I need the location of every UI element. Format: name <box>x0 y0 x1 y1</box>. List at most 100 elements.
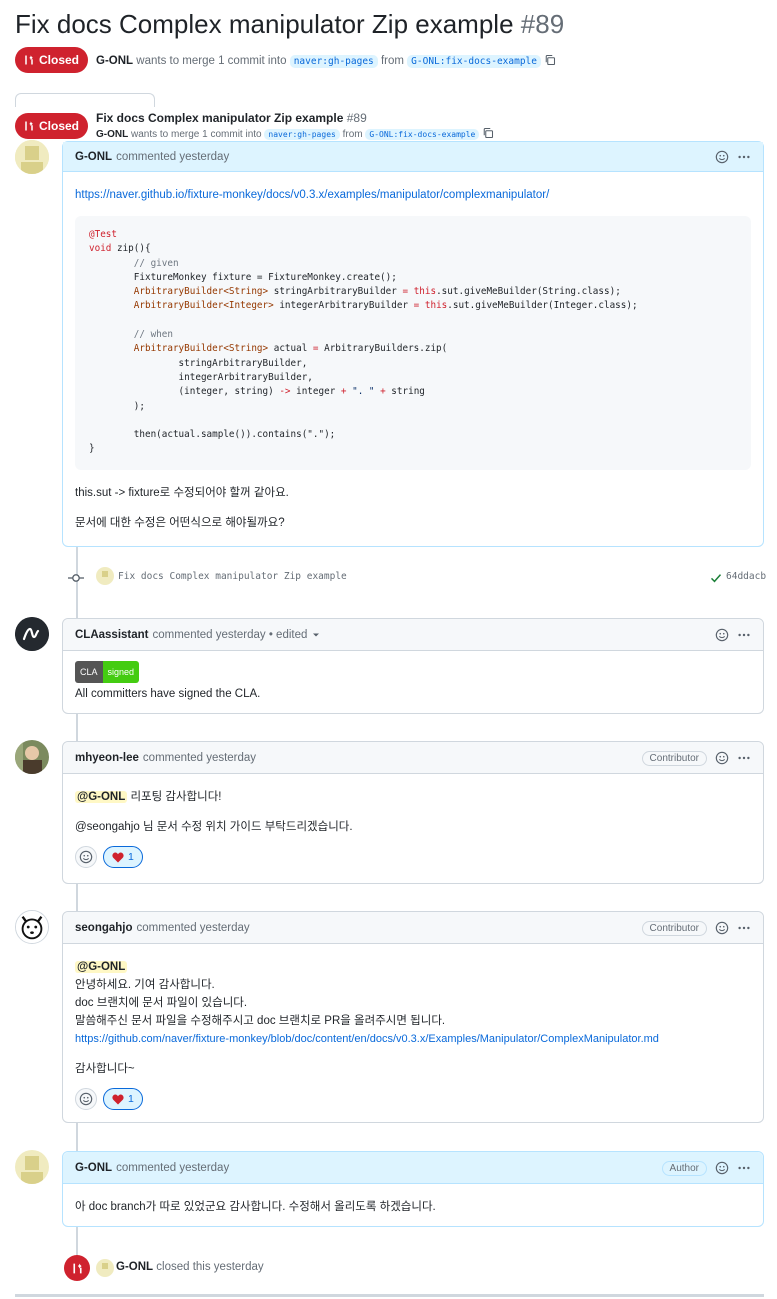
sticky-merge-info: G-ONL wants to merge 1 commit into naver… <box>96 127 494 140</box>
merge-text: wants to merge 1 commit into <box>136 54 287 67</box>
base-branch[interactable]: naver:gh-pages <box>289 54 378 68</box>
sticky-title-text: Fix docs Complex manipulator Zip example <box>96 111 344 125</box>
avatar[interactable] <box>15 617 49 651</box>
kebab-icon[interactable] <box>737 1161 751 1175</box>
smiley-icon <box>79 850 93 864</box>
sticky-from-text: from <box>342 129 363 140</box>
author-badge: Author <box>661 1160 707 1176</box>
check-icon <box>710 574 722 583</box>
avatar-claassistant-icon <box>15 617 49 651</box>
from-text: from <box>380 54 404 67</box>
comment-card: seongahjo commented yesterday Contributo… <box>62 911 764 1123</box>
comment-text: 아 doc branch가 따로 있었군요 감사합니다. 수정해서 올리도록 하… <box>75 1201 436 1213</box>
comment-text: 말씀해주신 문서 파일을 수정해주시고 doc 브랜치로 PR을 올려주시면 됩… <box>75 1015 446 1027</box>
code-line: @Test <box>89 229 117 240</box>
kebab-icon[interactable] <box>737 628 751 642</box>
reactions-row: 1 <box>75 1088 751 1110</box>
pr-closed-icon <box>25 55 33 65</box>
comment-text: 리포팅 감사합니다! <box>127 791 222 803</box>
avatar[interactable] <box>15 910 49 944</box>
avatar-photo-icon <box>15 740 49 774</box>
chevron-down-icon[interactable] <box>312 631 320 639</box>
cla-badge-left: CLA <box>75 661 103 683</box>
code-token: integerArbitraryBuilder <box>273 300 414 312</box>
pr-closed-icon <box>25 121 33 131</box>
kebab-icon[interactable] <box>737 751 751 765</box>
closed-event: G-ONL closed this yesterday <box>116 1261 264 1273</box>
code-token: stringArbitraryBuilder <box>268 286 403 298</box>
code-token: = <box>402 286 409 298</box>
smiley-icon[interactable] <box>715 751 729 765</box>
code-line: stringArbitraryBuilder, <box>89 357 308 369</box>
mention[interactable]: @G-ONL <box>75 791 128 803</box>
comment-author[interactable]: seongahjo <box>75 922 133 934</box>
comment-body: @G-ONL 안녕하세요. 기여 감사합니다. doc 브랜치에 문서 파일이 … <box>63 944 763 1120</box>
commit-message[interactable]: Fix docs Complex manipulator Zip example <box>118 571 347 582</box>
avatar[interactable] <box>15 140 49 174</box>
reaction-count: 1 <box>128 851 134 863</box>
cla-badge-right: signed <box>102 661 140 683</box>
code-comment: // given <box>89 257 179 269</box>
code-token: ArbitraryBuilder<String> <box>133 343 269 355</box>
kebab-icon[interactable] <box>737 921 751 935</box>
code-token: .sut.giveMeBuilder(Integer.class); <box>447 300 638 312</box>
closed-event-actor[interactable]: G-ONL <box>116 1261 153 1273</box>
comment-author[interactable]: G-ONL <box>75 1162 112 1174</box>
comment-meta: commented yesterday <box>116 1161 230 1174</box>
comment-card: CLAassistant commented yesterday • edite… <box>62 618 764 714</box>
cla-badge[interactable]: CLA signed <box>75 661 140 683</box>
git-commit-icon <box>68 574 84 582</box>
heart-reaction-button[interactable]: 1 <box>103 1088 143 1110</box>
add-reaction-button[interactable] <box>75 1088 97 1110</box>
code-token: ". " <box>346 386 381 398</box>
code-token: = <box>413 300 420 312</box>
avatar-g-onl-icon <box>15 1150 49 1184</box>
add-reaction-button[interactable] <box>75 846 97 868</box>
commit-sha[interactable]: 64ddacb <box>726 571 766 582</box>
copy-icon[interactable] <box>544 54 556 66</box>
sticky-state-label: Closed <box>39 119 80 133</box>
comment-author[interactable]: G-ONL <box>75 151 112 163</box>
comment-meta: commented yesterday • edited <box>152 628 308 641</box>
doc-file-link[interactable]: https://github.com/naver/fixture-monkey/… <box>75 1033 659 1045</box>
comment-header: G-ONL commented yesterday <box>63 142 763 172</box>
commit-avatar-icon[interactable] <box>96 567 114 585</box>
sticky-base-branch[interactable]: naver:gh-pages <box>264 129 340 140</box>
sticky-head-branch[interactable]: G-ONL:fix-docs-example <box>365 129 480 140</box>
avatar-g-onl-icon <box>15 140 49 174</box>
pr-meta-row: Closed G-ONL wants to merge 1 commit int… <box>15 47 556 73</box>
code-line: ); <box>89 400 145 412</box>
comment-body: @G-ONL 리포팅 감사합니다! @seongahjo 님 문서 수정 위치 … <box>63 774 763 878</box>
comment-text: @seongahjo 님 문서 수정 위치 가이드 부탁드리겠습니다. <box>75 821 353 833</box>
docs-link[interactable]: https://naver.github.io/fixture-monkey/d… <box>75 189 549 201</box>
avatar-dog-icon <box>16 911 48 943</box>
smiley-icon[interactable] <box>715 1161 729 1175</box>
head-branch[interactable]: G-ONL:fix-docs-example <box>407 54 542 68</box>
comment-meta: commented yesterday <box>142 751 257 764</box>
merge-info: G-ONL wants to merge 1 commit into naver… <box>96 54 556 68</box>
pr-author-link[interactable]: G-ONL <box>96 55 133 67</box>
smiley-icon[interactable] <box>715 921 729 935</box>
sticky-state-badge: Closed <box>15 113 89 139</box>
sticky-author[interactable]: G-ONL <box>96 129 128 140</box>
code-token: -> <box>279 386 291 398</box>
smiley-icon[interactable] <box>715 150 729 164</box>
closed-event-text: closed this yesterday <box>156 1261 264 1273</box>
comment-author[interactable]: mhyeon-lee <box>75 752 139 764</box>
comment-author[interactable]: CLAassistant <box>75 629 149 641</box>
closed-event-avatar-icon[interactable] <box>96 1259 114 1277</box>
heart-icon <box>112 1094 124 1104</box>
kebab-icon[interactable] <box>737 150 751 164</box>
avatar[interactable] <box>15 740 49 774</box>
code-token: actual <box>268 343 313 355</box>
copy-icon[interactable] <box>482 127 494 139</box>
sticky-title[interactable]: Fix docs Complex manipulator Zip example… <box>96 111 367 125</box>
mention[interactable]: @G-ONL <box>75 961 128 973</box>
smiley-icon[interactable] <box>715 628 729 642</box>
commit-row: Fix docs Complex manipulator Zip example… <box>68 567 766 585</box>
pr-number: #89 <box>520 9 565 39</box>
comment-card: G-ONL commented yesterday Author 아 doc b… <box>62 1151 764 1227</box>
comment-header: CLAassistant commented yesterday • edite… <box>63 619 763 651</box>
avatar[interactable] <box>15 1150 49 1184</box>
heart-reaction-button[interactable]: 1 <box>103 846 143 868</box>
